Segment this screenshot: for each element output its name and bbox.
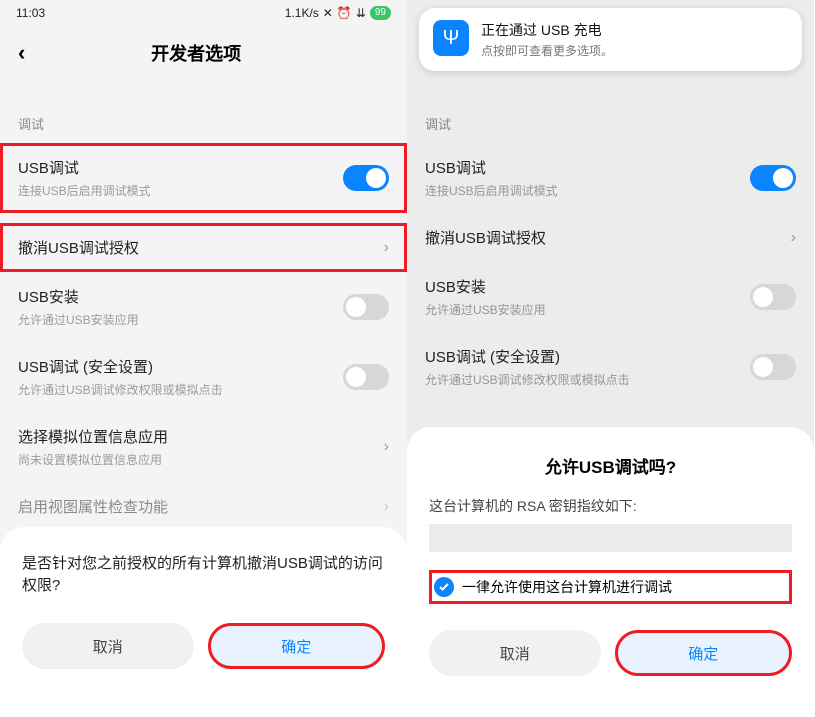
- setting-usb-install[interactable]: USB安装 允许通过USB安装应用: [0, 272, 407, 342]
- ok-button[interactable]: 确定: [208, 623, 386, 669]
- dialog-allow-usb: 允许USB调试吗? 这台计算机的 RSA 密钥指纹如下: 一律允许使用这台计算机…: [407, 427, 814, 717]
- battery-pill: 99: [370, 6, 391, 20]
- wifi-icon: ⇊: [356, 6, 366, 20]
- usb-install-sub: 允许通过USB安装应用: [18, 311, 343, 328]
- cancel-button[interactable]: 取消: [22, 623, 194, 669]
- usb-charging-notif[interactable]: Ψ 正在通过 USB 充电 点按即可查看更多选项。: [419, 8, 802, 71]
- usb-sec-toggle[interactable]: [750, 354, 796, 380]
- phone-right: ‹ 开发者选项 调试 USB调试 连接USB后启用调试模式 撤消USB调试授权 …: [407, 0, 814, 717]
- mock-loc-sub: 尚未设置模拟位置信息应用: [18, 451, 384, 468]
- usb-sec-label: USB调试 (安全设置): [18, 356, 343, 377]
- page-title: 开发者选项: [3, 40, 389, 66]
- dialog-message: 是否针对您之前授权的所有计算机撤消USB调试的访问权限?: [22, 553, 385, 597]
- always-allow-label: 一律允许使用这台计算机进行调试: [462, 577, 672, 597]
- notif-sub: 点按即可查看更多选项。: [481, 42, 613, 59]
- usb-debug-sub: 连接USB后启用调试模式: [18, 182, 343, 199]
- status-rate: 1.1K/s: [285, 6, 319, 20]
- status-bar: 11:03 1.1K/s ✕ ⏰ ⇊ 99: [0, 0, 407, 26]
- alarm-icon: ⏰: [337, 6, 352, 20]
- setting-usb-debug[interactable]: USB调试 连接USB后启用调试模式: [0, 143, 407, 213]
- extra-label: 启用视图属性检查功能: [18, 496, 384, 517]
- chevron-right-icon: ›: [384, 498, 389, 516]
- section-header-debug: 调试: [0, 80, 407, 143]
- usb-icon: Ψ: [433, 20, 469, 56]
- dialog-title: 允许USB调试吗?: [429, 453, 792, 478]
- ok-button[interactable]: 确定: [615, 630, 793, 676]
- usb-debug-label: USB调试: [18, 157, 343, 178]
- usb-sec-sub: 允许通过USB调试修改权限或模拟点击: [18, 381, 343, 398]
- setting-extra[interactable]: 启用视图属性检查功能 ›: [0, 482, 407, 531]
- mock-loc-label: 选择模拟位置信息应用: [18, 426, 384, 447]
- usb-install-toggle[interactable]: [750, 284, 796, 310]
- phone-left: 11:03 1.1K/s ✕ ⏰ ⇊ 99 ‹ 开发者选项 调试 USB调试 连…: [0, 0, 407, 717]
- dialog-revoke: 是否针对您之前授权的所有计算机撤消USB调试的访问权限? 取消 确定: [0, 527, 407, 717]
- cancel-button[interactable]: 取消: [429, 630, 601, 676]
- status-time: 11:03: [16, 6, 45, 20]
- rsa-fingerprint-box: [429, 524, 792, 552]
- vibrate-icon: ✕: [323, 6, 333, 20]
- usb-install-label: USB安装: [18, 286, 343, 307]
- usb-sec-toggle[interactable]: [343, 364, 389, 390]
- chevron-right-icon: ›: [384, 239, 389, 257]
- title-bar: ‹ 开发者选项: [0, 26, 407, 80]
- setting-revoke-auth[interactable]: 撤消USB调试授权 ›: [0, 223, 407, 272]
- notif-title: 正在通过 USB 充电: [481, 20, 613, 40]
- usb-debug-toggle[interactable]: [343, 165, 389, 191]
- revoke-label: 撤消USB调试授权: [18, 237, 384, 258]
- check-icon: [434, 577, 454, 597]
- chevron-right-icon: ›: [384, 438, 389, 456]
- dialog-rsa-label: 这台计算机的 RSA 密钥指纹如下:: [429, 496, 792, 516]
- setting-usb-sec[interactable]: USB调试 (安全设置) 允许通过USB调试修改权限或模拟点击: [0, 342, 407, 412]
- usb-debug-toggle[interactable]: [750, 165, 796, 191]
- always-allow-row[interactable]: 一律允许使用这台计算机进行调试: [429, 570, 792, 604]
- setting-mock-location[interactable]: 选择模拟位置信息应用 尚未设置模拟位置信息应用 ›: [0, 412, 407, 482]
- usb-install-toggle[interactable]: [343, 294, 389, 320]
